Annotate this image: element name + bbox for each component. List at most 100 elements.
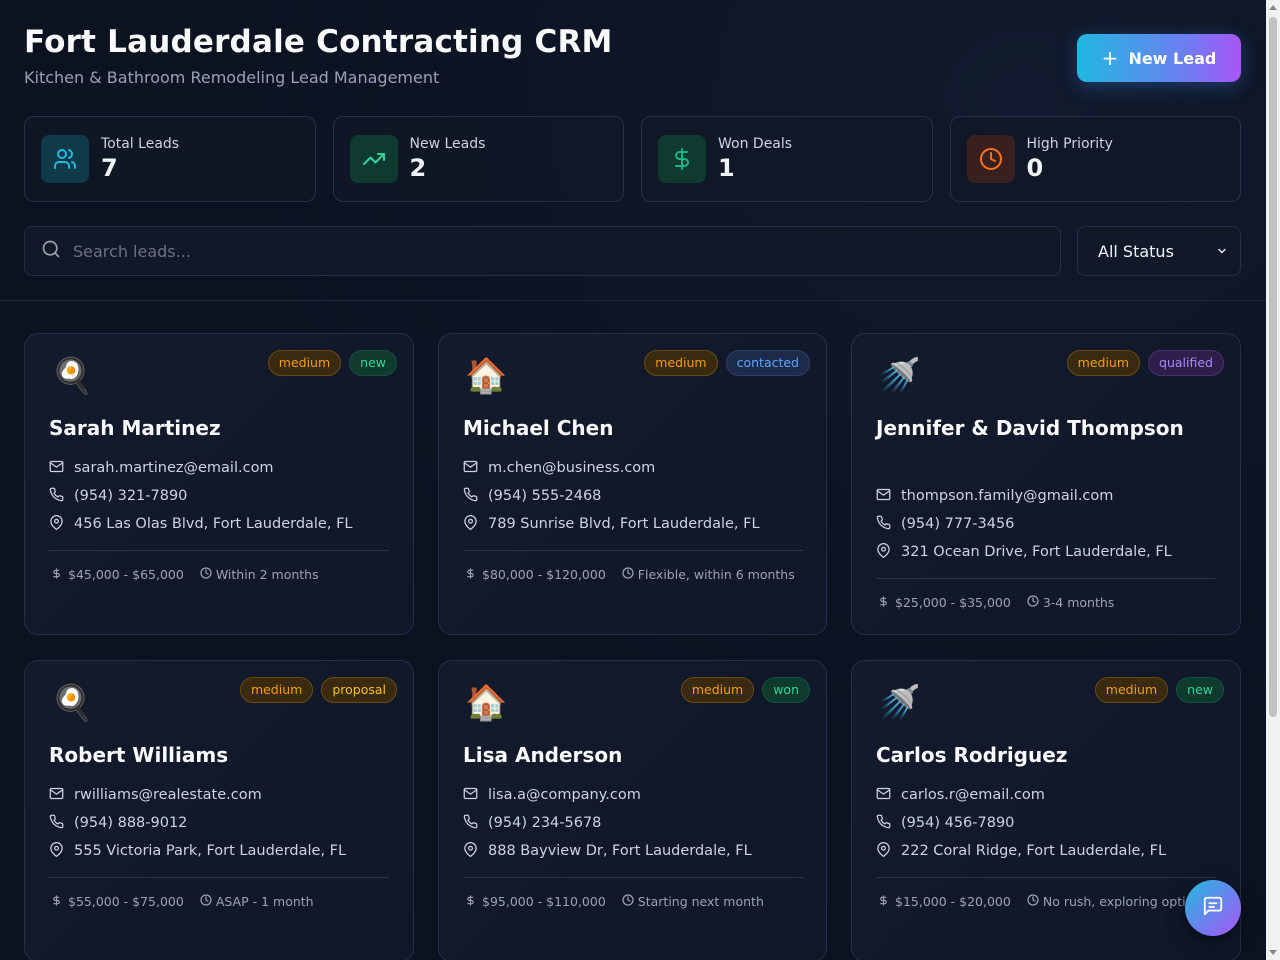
lead-budget: $95,000 - $110,000 [482,894,606,909]
chevron-down-icon [1216,242,1228,261]
address-row: 888 Bayview Dr, Fort Lauderdale, FL [463,837,813,865]
lead-card[interactable]: 🏠 medium won Lisa Anderson lisa.a@company.co… [438,660,827,960]
lead-card[interactable]: 🚿 medium qualified Jennifer & David Thompso… [851,333,1241,635]
clock-icon [1027,894,1039,909]
budget: $45,000 - $65,000 [51,567,184,582]
page-scrollbar[interactable] [1266,0,1280,960]
lead-phone: (954) 321-7890 [74,488,188,504]
phone-icon [876,515,901,534]
card-footer: $80,000 - $120,000 Flexible, within 6 mon… [465,567,811,582]
chat-button[interactable] [1185,880,1241,936]
lead-name: Carlos Rodriguez [876,743,1068,767]
map-pin-icon [876,542,901,562]
address-row: 222 Coral Ridge, Fort Lauderdale, FL [876,837,1226,865]
phone-icon [49,487,74,506]
clock-icon [966,135,1015,183]
phone-icon [463,814,488,833]
phone-row: (954) 321-7890 [49,482,399,510]
section-divider [0,300,1266,301]
lead-budget: $55,000 - $75,000 [68,894,184,909]
timeline: Flexible, within 6 months [622,567,795,582]
page-header: Fort Lauderdale Contracting CRM Kitchen … [24,22,1241,92]
lead-email: lisa.a@company.com [488,787,641,803]
stat-card-won: Won Deals 1 [641,116,933,202]
page-title: Fort Lauderdale Contracting CRM [24,24,613,60]
priority-badge: medium [644,350,718,376]
lead-timeline: 3-4 months [1042,595,1115,610]
page-subtitle: Kitchen & Bathroom Remodeling Lead Manag… [24,68,440,87]
address-row: 555 Victoria Park, Fort Lauderdale, FL [49,837,399,865]
stat-label: High Priority [1026,136,1113,152]
card-footer: $95,000 - $110,000 Starting next month [465,894,780,909]
budget: $25,000 - $35,000 [878,595,1011,610]
timeline: 3-4 months [1027,595,1114,610]
home-icon: 🏠 [465,683,508,723]
scroll-up-arrow[interactable] [1269,5,1277,10]
bathroom-icon: 🚿 [878,356,921,396]
scroll-thumb[interactable] [1269,17,1277,717]
status-badge: qualified [1148,350,1224,376]
email-row: rwilliams@realestate.com [49,781,399,809]
address-row: 321 Ocean Drive, Fort Lauderdale, FL [876,538,1226,566]
email-row: carlos.r@email.com [876,781,1226,809]
lead-contact-info: thompson.family@gmail.com (954) 777-3456 3… [876,482,1226,566]
kitchen-icon: 🍳 [51,356,94,396]
card-divider [49,550,389,551]
lead-contact-info: m.chen@business.com (954) 555-2468 789 Sun… [463,454,813,538]
lead-card[interactable]: 🏠 medium contacted Michael Chen m.chen@busin… [438,333,827,635]
lead-card[interactable]: 🍳 medium proposal Robert Williams rwilliams@… [24,660,414,960]
status-badge: contacted [725,350,810,376]
lead-email: carlos.r@email.com [901,787,1045,803]
stat-value: 0 [1026,154,1044,182]
address-row: 456 Las Olas Blvd, Fort Lauderdale, FL [49,510,399,538]
stat-value: 7 [101,154,118,182]
dollar-icon [878,894,889,909]
clock-icon [622,894,634,909]
phone-icon [463,487,488,506]
status-filter-select[interactable]: All Status [1077,226,1241,276]
badge-group: medium qualified [1066,350,1224,376]
card-divider [463,550,803,551]
priority-badge: medium [680,677,755,703]
email-row: thompson.family@gmail.com [876,482,1226,510]
new-lead-button[interactable]: + New Lead [1077,34,1241,82]
phone-row: (954) 555-2468 [463,482,813,510]
map-pin-icon [463,514,488,534]
search-icon [41,239,61,263]
mail-icon [49,786,74,805]
users-icon [41,135,89,183]
map-pin-icon [49,514,74,534]
mail-icon [876,786,901,805]
priority-badge: medium [1094,677,1169,703]
badge-group: medium new [1094,677,1224,703]
stat-card-total: Total Leads 7 [24,116,316,202]
lead-card[interactable]: 🍳 medium new Sarah Martinez sarah.martinez@e… [24,333,414,635]
priority-badge: medium [239,677,314,703]
status-badge: proposal [321,677,397,703]
timeline: Starting next month [622,894,764,909]
budget: $80,000 - $120,000 [465,567,606,582]
priority-badge: medium [267,350,342,376]
stat-label: Total Leads [101,136,180,152]
card-divider [49,877,389,878]
search-input[interactable] [73,241,973,261]
lead-budget: $25,000 - $35,000 [895,595,1011,610]
lead-email: rwilliams@realestate.com [74,787,262,803]
priority-badge: medium [1066,350,1141,376]
lead-address: 321 Ocean Drive, Fort Lauderdale, FL [901,544,1172,560]
scroll-down-arrow[interactable] [1269,950,1277,955]
lead-budget: $80,000 - $120,000 [482,567,606,582]
lead-address: 222 Coral Ridge, Fort Lauderdale, FL [901,843,1167,859]
card-divider [876,877,1216,878]
clock-icon [200,894,212,909]
lead-phone: (954) 777-3456 [901,516,1015,532]
kitchen-icon: 🍳 [51,683,94,723]
lead-contact-info: lisa.a@company.com (954) 234-5678 888 Bayv… [463,781,813,865]
mail-icon [876,487,901,506]
lead-card[interactable]: 🚿 medium new Carlos Rodriguez carlos.r@email… [851,660,1241,960]
lead-timeline: No rush, exploring options [1042,894,1208,909]
dollar-icon [878,595,889,610]
lead-address: 888 Bayview Dr, Fort Lauderdale, FL [488,843,752,859]
clock-icon [622,567,634,582]
new-lead-label: New Lead [1128,48,1217,68]
